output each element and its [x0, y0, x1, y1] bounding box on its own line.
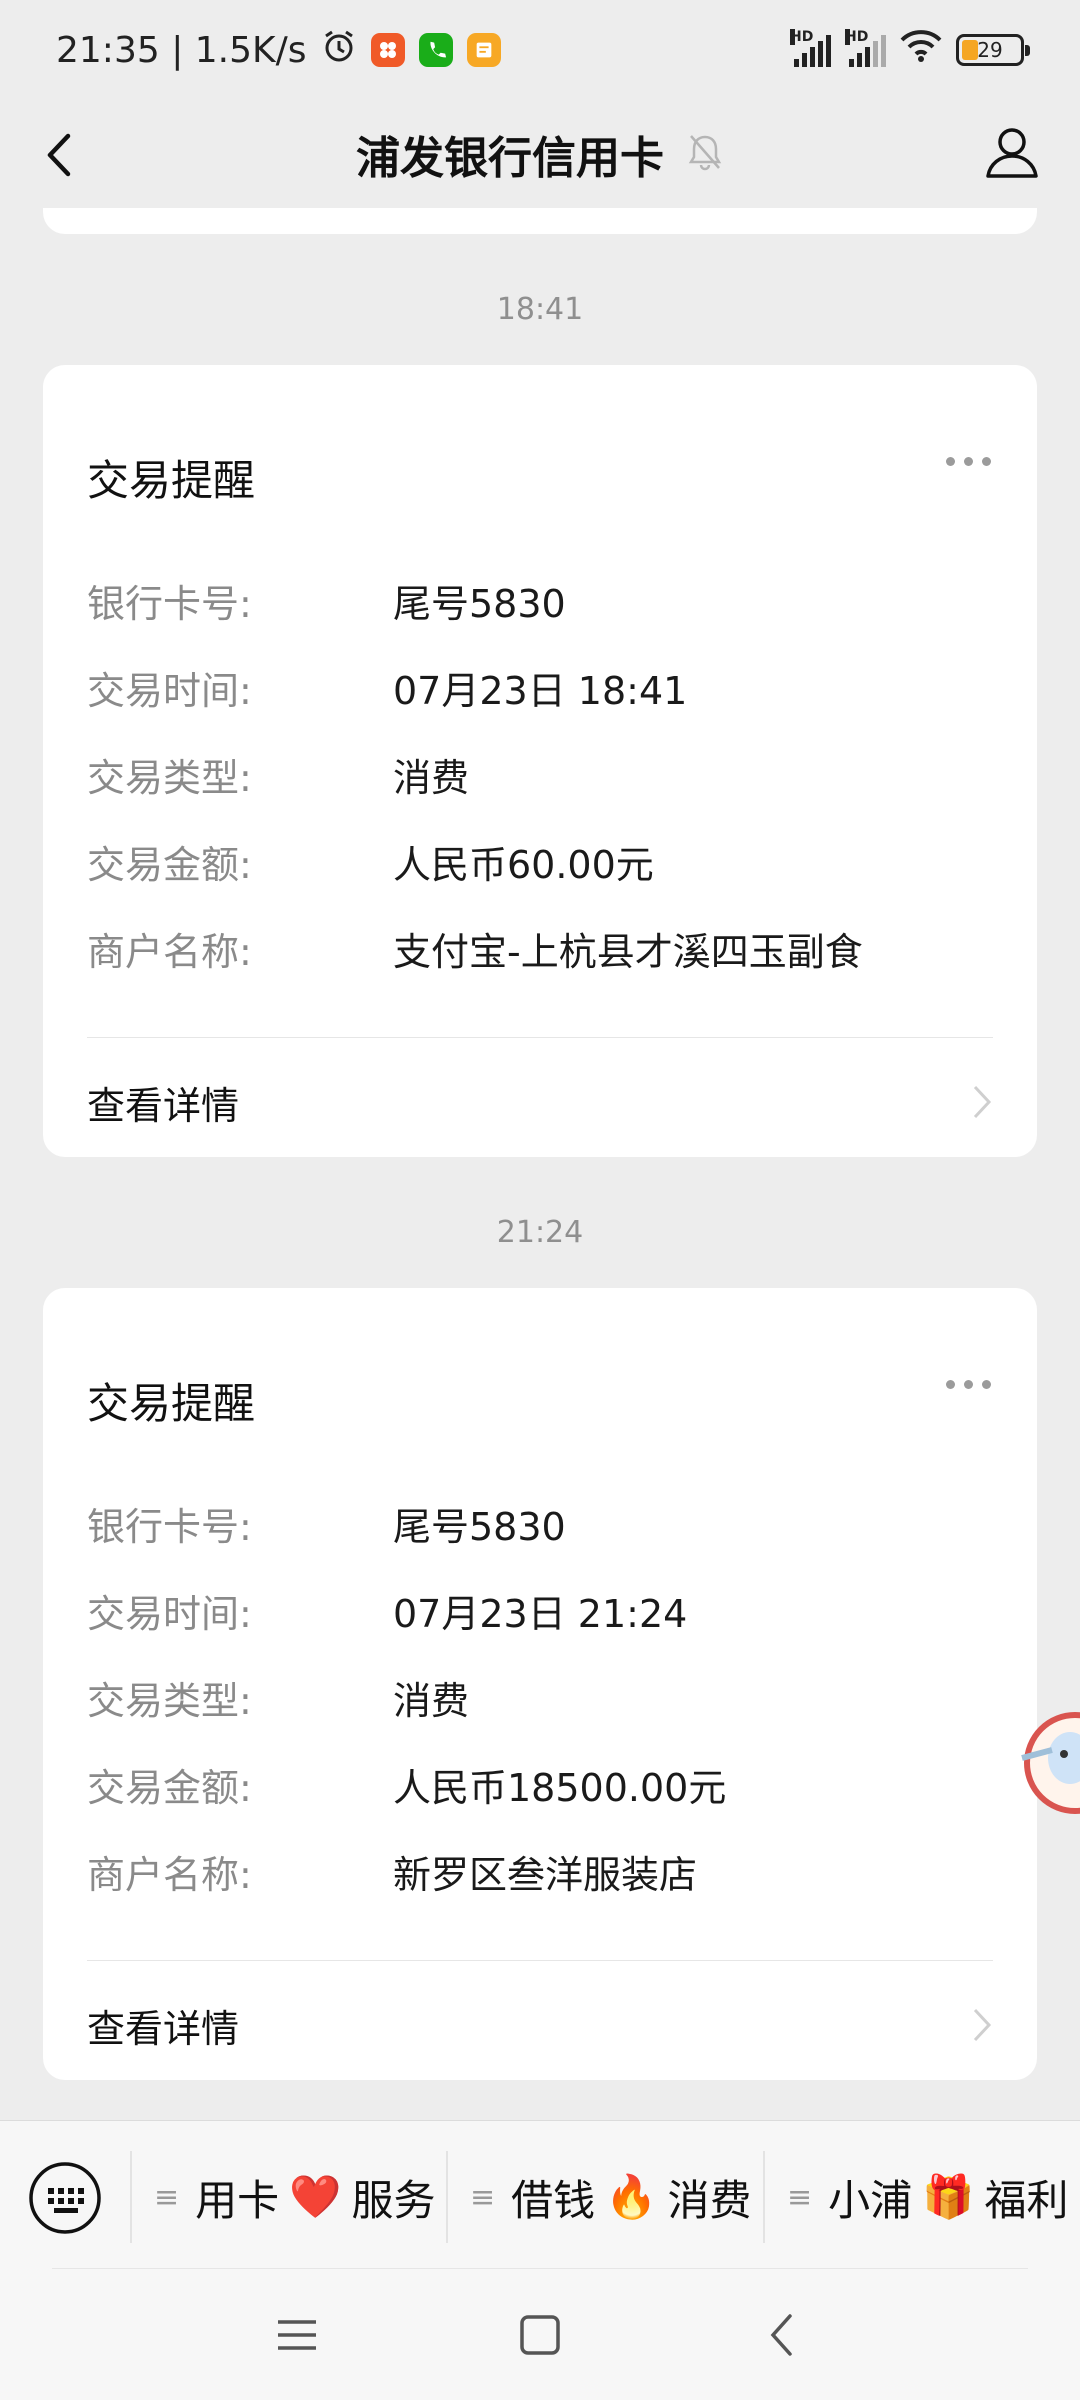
detail-value: 新罗区叁洋服装店 — [393, 1853, 698, 1897]
detail-row: 交易类型: 消费 — [87, 1670, 726, 1757]
message-timestamp: 18:41 — [496, 292, 584, 327]
app-icon-orange — [370, 33, 405, 67]
detail-value: 07月23日 21:24 — [393, 1592, 688, 1636]
divider — [52, 2268, 1028, 2269]
signal-icon: HD — [845, 29, 886, 67]
signal-icon: HD — [790, 29, 831, 67]
card-title: 交易提醒 — [87, 1379, 256, 1428]
detail-value: 07月23日 18:41 — [393, 669, 688, 713]
back-nav-icon[interactable] — [756, 2308, 810, 2362]
status-time: 21:35 | 1.5K/s — [56, 29, 307, 71]
battery-icon: 29 — [956, 34, 1030, 66]
previous-card — [43, 208, 1037, 234]
notes-app-icon — [466, 33, 501, 67]
menu-item-borrow[interactable]: ≡ 借钱 🔥 消费 — [446, 2151, 751, 2243]
detail-label: 交易时间: — [87, 1592, 252, 1636]
card-title: 交易提醒 — [87, 456, 256, 505]
detail-value: 消费 — [393, 756, 470, 800]
heart-emoji: ❤️ — [289, 2172, 342, 2221]
detail-value: 消费 — [393, 1679, 470, 1723]
fire-emoji: 🔥 — [605, 2172, 658, 2221]
message-timestamp: 21:24 — [496, 1215, 584, 1250]
divider — [87, 1960, 993, 1961]
menu-lines-icon: ≡ — [787, 2179, 813, 2215]
menu-item-label: 服务 — [351, 2175, 436, 2225]
detail-label: 银行卡号: — [87, 1505, 252, 1549]
detail-label: 商户名称: — [87, 930, 252, 974]
chat-area[interactable]: 18:41 交易提醒 银行卡号: 尾号5830 交易时间: 07月23日 18:… — [0, 208, 1080, 2120]
home-icon[interactable] — [513, 2308, 567, 2362]
page-title: 浦发银行信用卡 — [356, 133, 664, 184]
detail-row: 商户名称: 新罗区叁洋服装店 — [87, 1844, 726, 1931]
wifi-icon — [900, 29, 942, 72]
detail-row: 交易金额: 人民币18500.00元 — [87, 1757, 726, 1844]
alarm-icon — [321, 28, 357, 73]
chevron-right-icon — [967, 1081, 997, 1123]
status-bar: 21:35 | 1.5K/s HD HD 29 — [0, 0, 1080, 100]
more-icon[interactable] — [946, 457, 991, 466]
menu-item-card-service[interactable]: ≡ 用卡 ❤️ 服务 — [130, 2151, 435, 2243]
menu-item-label: 小浦 — [828, 2175, 913, 2225]
menu-icon[interactable] — [270, 2308, 324, 2362]
view-details-link[interactable]: 查看详情 — [87, 1075, 239, 1130]
menu-item-label: 福利 — [984, 2175, 1069, 2225]
phone-app-icon — [418, 33, 453, 67]
menu-item-label: 消费 — [667, 2175, 752, 2225]
detail-row: 交易金额: 人民币60.00元 — [87, 834, 863, 921]
gift-emoji: 🎁 — [922, 2172, 975, 2221]
detail-row: 银行卡号: 尾号5830 — [87, 573, 863, 660]
transaction-details: 银行卡号: 尾号5830 交易时间: 07月23日 18:41 交易类型: 消费… — [87, 573, 863, 1008]
hd-label: HD — [845, 29, 869, 45]
menu-item-label: 用卡 — [195, 2175, 280, 2225]
profile-icon[interactable] — [980, 120, 1044, 184]
detail-row: 银行卡号: 尾号5830 — [87, 1496, 726, 1583]
detail-label: 交易时间: — [87, 669, 252, 713]
detail-row: 交易时间: 07月23日 21:24 — [87, 1583, 726, 1670]
detail-label: 交易类型: — [87, 1679, 252, 1723]
detail-value: 人民币60.00元 — [393, 843, 654, 887]
mute-bell-icon — [686, 132, 724, 176]
detail-label: 银行卡号: — [87, 582, 252, 626]
menu-item-benefits[interactable]: ≡ 小浦 🎁 福利 — [763, 2151, 1068, 2243]
system-nav-bar — [0, 2270, 1080, 2400]
divider — [87, 1037, 993, 1038]
menu-item-label: 借钱 — [511, 2175, 596, 2225]
detail-value: 尾号5830 — [393, 582, 566, 626]
chevron-right-icon — [967, 2004, 997, 2046]
detail-label: 交易金额: — [87, 843, 252, 887]
detail-value: 人民币18500.00元 — [393, 1766, 727, 1810]
menu-lines-icon: ≡ — [470, 2179, 496, 2215]
transaction-card[interactable]: 交易提醒 银行卡号: 尾号5830 交易时间: 07月23日 18:41 交易类… — [43, 365, 1037, 1157]
detail-row: 商户名称: 支付宝-上杭县才溪四玉副食 — [87, 921, 863, 1008]
back-icon[interactable] — [34, 128, 88, 182]
keyboard-toggle-icon[interactable] — [28, 2161, 102, 2235]
battery-level — [962, 40, 979, 60]
detail-label: 交易类型: — [87, 756, 252, 800]
transaction-details: 银行卡号: 尾号5830 交易时间: 07月23日 21:24 交易类型: 消费… — [87, 1496, 726, 1931]
service-menu: ≡ 用卡 ❤️ 服务 ≡ 借钱 🔥 消费 ≡ 小浦 🎁 福利 — [0, 2120, 1080, 2270]
hd-label: HD — [790, 29, 814, 45]
detail-label: 交易金额: — [87, 1766, 252, 1810]
more-icon[interactable] — [946, 1380, 991, 1389]
detail-row: 交易时间: 07月23日 18:41 — [87, 660, 863, 747]
battery-percent: 29 — [977, 38, 1003, 62]
floating-mascot-icon[interactable] — [1020, 1688, 1080, 1838]
menu-lines-icon: ≡ — [154, 2179, 180, 2215]
detail-row: 交易类型: 消费 — [87, 747, 863, 834]
detail-label: 商户名称: — [87, 1853, 252, 1897]
detail-value: 尾号5830 — [393, 1505, 566, 1549]
transaction-card[interactable]: 交易提醒 银行卡号: 尾号5830 交易时间: 07月23日 21:24 交易类… — [43, 1288, 1037, 2080]
chat-header: 浦发银行信用卡 — [0, 100, 1080, 208]
detail-value: 支付宝-上杭县才溪四玉副食 — [393, 930, 863, 974]
view-details-link[interactable]: 查看详情 — [87, 1998, 239, 2053]
